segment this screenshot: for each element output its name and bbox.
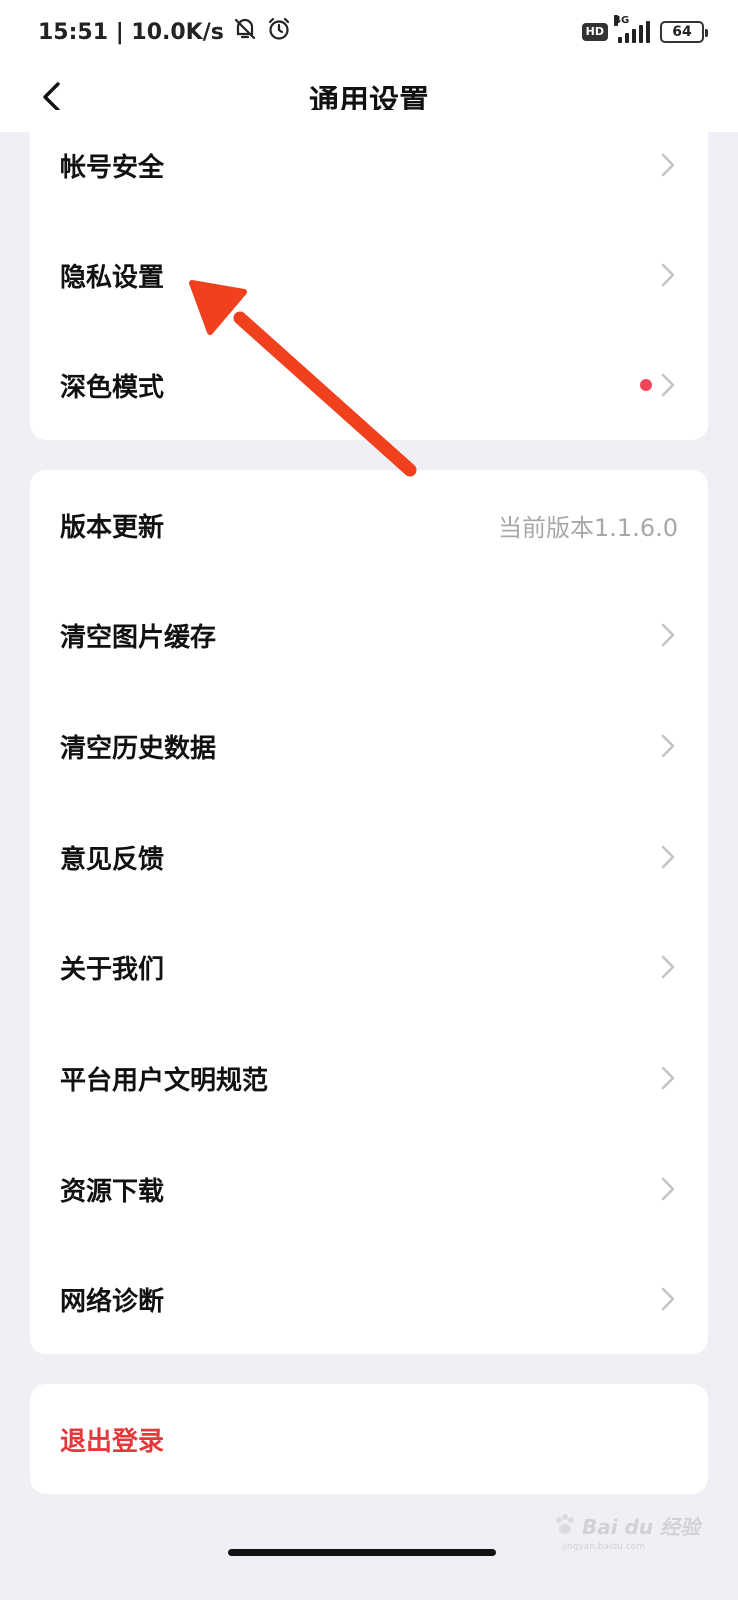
notification-dot (640, 379, 652, 391)
resource-download-row[interactable]: 资源下载 (30, 1134, 708, 1244)
row-label: 版本更新 (60, 512, 165, 543)
battery-icon: 64 (660, 21, 708, 43)
row-label: 平台用户文明规范 (60, 1065, 269, 1096)
row-label: 清空历史数据 (60, 733, 217, 764)
logout-label: 退出登录 (60, 1426, 165, 1457)
logout-card: 退出登录 (30, 1384, 708, 1494)
row-label: 清空图片缓存 (60, 622, 217, 653)
current-version: 当前版本1.1.6.0 (498, 513, 678, 542)
chevron-right-icon (658, 952, 678, 982)
version-update-row[interactable]: 版本更新 当前版本1.1.6.0 (30, 470, 708, 580)
network-diagnosis-row[interactable]: 网络诊断 (30, 1244, 708, 1354)
dark-mode-row[interactable]: 深色模式 (30, 330, 708, 440)
row-label: 网络诊断 (60, 1286, 165, 1317)
baidu-watermark: Bai du 经验 jingyan.baidu.com (552, 1500, 702, 1552)
row-label: 关于我们 (60, 954, 165, 985)
status-time-speed: 15:51 | 10.0K/s (38, 19, 224, 45)
row-label: 帐号安全 (60, 152, 165, 183)
account-security-row[interactable]: 帐号安全 (30, 110, 708, 220)
clear-image-cache-row[interactable]: 清空图片缓存 (30, 580, 708, 690)
alarm-icon (266, 16, 292, 48)
bell-off-icon (232, 16, 258, 48)
chevron-right-icon (658, 1284, 678, 1314)
paw-icon (556, 1514, 574, 1534)
network-type: 4G (614, 15, 630, 26)
logout-button[interactable]: 退出登录 (30, 1384, 708, 1494)
row-label: 意见反馈 (60, 844, 165, 875)
chevron-right-icon (658, 150, 678, 180)
feedback-row[interactable]: 意见反馈 (30, 802, 708, 912)
chevron-right-icon (658, 260, 678, 290)
row-label: 深色模式 (60, 372, 165, 403)
chevron-right-icon (658, 1063, 678, 1093)
chevron-right-icon (658, 731, 678, 761)
chevron-right-icon (658, 1174, 678, 1204)
user-guidelines-row[interactable]: 平台用户文明规范 (30, 1023, 708, 1133)
chevron-right-icon (658, 620, 678, 650)
clear-history-row[interactable]: 清空历史数据 (30, 691, 708, 801)
hd-badge: HD (581, 23, 608, 41)
home-indicator[interactable] (228, 1549, 496, 1556)
watermark-text: Bai du 经验 (582, 1514, 701, 1539)
battery-level: 64 (672, 24, 692, 40)
chevron-right-icon (658, 370, 678, 400)
about-us-row[interactable]: 关于我们 (30, 912, 708, 1022)
account-settings-card: 帐号安全 隐私设置 深色模式 (30, 110, 708, 440)
status-bar: 15:51 | 10.0K/s HD 4G 64 (0, 0, 738, 64)
row-label: 隐私设置 (60, 262, 165, 293)
general-settings-card: 版本更新 当前版本1.1.6.0 清空图片缓存 清空历史数据 意见反馈 关于我们… (30, 470, 708, 1354)
privacy-settings-row[interactable]: 隐私设置 (30, 220, 708, 330)
watermark-subtext: jingyan.baidu.com (562, 1542, 646, 1552)
chevron-right-icon (658, 842, 678, 872)
signal-icon: 4G (614, 15, 650, 43)
row-label: 资源下载 (60, 1176, 165, 1207)
chevron-left-icon (43, 82, 60, 112)
